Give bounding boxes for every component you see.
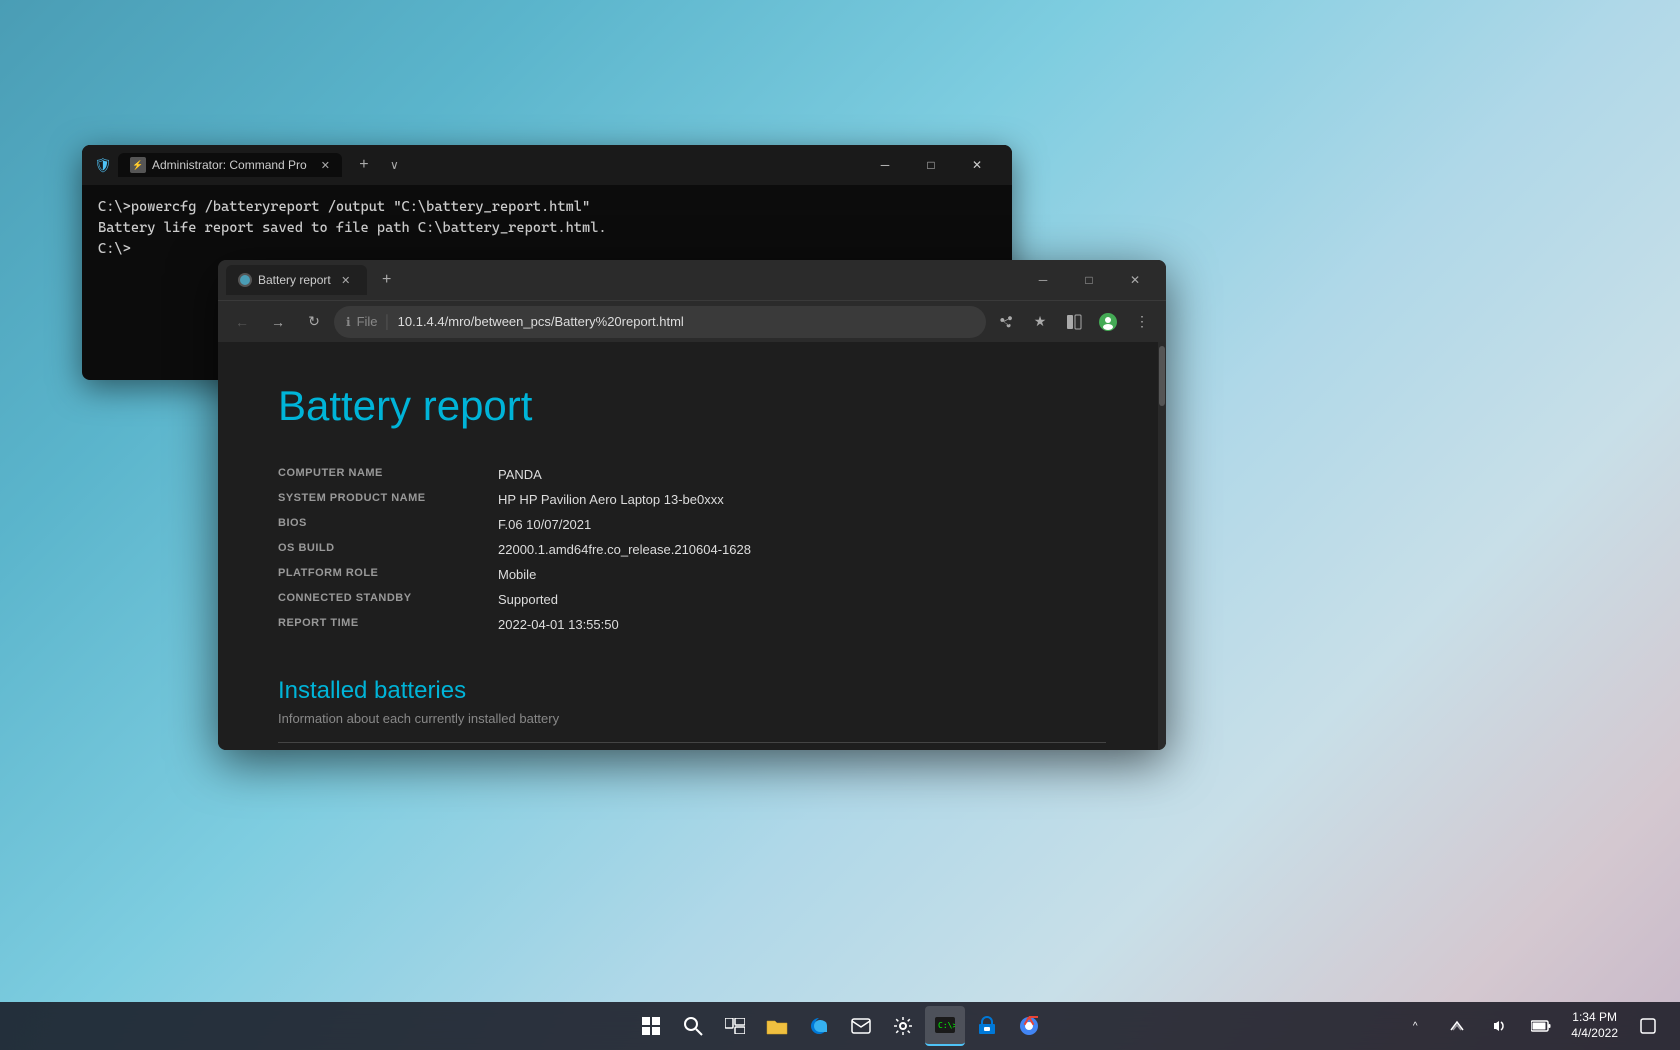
table-row: REPORT TIME2022-04-01 13:55:50 — [278, 612, 1106, 637]
info-value: 2022-04-01 13:55:50 — [498, 612, 1106, 637]
cmd-minimize-button[interactable]: ─ — [862, 149, 908, 181]
browser-right-buttons: ★ ⋮ — [990, 306, 1158, 338]
share-button[interactable] — [990, 306, 1022, 338]
info-value: Mobile — [498, 562, 1106, 587]
installed-batteries-subtitle: Information about each currently install… — [278, 711, 1106, 726]
taskbar: C:\> ^ — [0, 1002, 1680, 1050]
menu-button[interactable]: ⋮ — [1126, 306, 1158, 338]
cmd-line-1: C:\>powercfg /batteryreport /output "C:\… — [98, 197, 996, 218]
forward-button[interactable]: → — [262, 306, 294, 338]
browser-window-controls: ─ □ ✕ — [1020, 264, 1158, 296]
battery-1-header: BATTERY 1 — [278, 742, 1106, 750]
chrome-button[interactable] — [1009, 1006, 1049, 1046]
cmd-new-tab-button[interactable]: + — [350, 151, 378, 179]
search-button[interactable] — [673, 1006, 713, 1046]
info-label: REPORT TIME — [278, 612, 498, 637]
cmd-content: C:\>powercfg /batteryreport /output "C:\… — [82, 185, 1012, 272]
info-value: Supported — [498, 587, 1106, 612]
tray-expand-button[interactable]: ^ — [1395, 1006, 1435, 1046]
scrollbar-thumb[interactable] — [1159, 346, 1165, 406]
address-url-text: 10.1.4.4/mro/between_pcs/Battery%20repor… — [398, 314, 974, 329]
browser-window: Battery report ✕ + ─ □ ✕ ← → ↻ ℹ File │ … — [218, 260, 1166, 750]
info-label: SYSTEM PRODUCT NAME — [278, 487, 498, 512]
favorites-button[interactable]: ★ — [1024, 306, 1056, 338]
notification-button[interactable] — [1628, 1006, 1668, 1046]
table-row: BIOSF.06 10/07/2021 — [278, 512, 1106, 537]
taskbar-right: ^ — [1395, 1006, 1680, 1046]
table-row: PLATFORM ROLEMobile — [278, 562, 1106, 587]
clock-date: 4/4/2022 — [1571, 1026, 1618, 1042]
clock-time: 1:34 PM — [1572, 1010, 1617, 1026]
browser-tab[interactable]: Battery report ✕ — [226, 265, 367, 295]
info-label: CONNECTED STANDBY — [278, 587, 498, 612]
battery-report-page: Battery report COMPUTER NAMEPANDASYSTEM … — [218, 342, 1166, 750]
table-row: CONNECTED STANDBYSupported — [278, 587, 1106, 612]
info-value: PANDA — [498, 462, 1106, 487]
browser-tab-close[interactable]: ✕ — [337, 271, 355, 289]
reload-button[interactable]: ↻ — [298, 306, 330, 338]
svg-text:C:\>: C:\> — [938, 1021, 955, 1030]
browser-new-tab-button[interactable]: + — [373, 266, 401, 294]
info-value: F.06 10/07/2021 — [498, 512, 1106, 537]
installed-batteries-title: Installed batteries — [278, 677, 1106, 705]
shield-icon: 🛡 — [94, 157, 110, 173]
address-bar[interactable]: ℹ File │ 10.1.4.4/mro/between_pcs/Batter… — [334, 306, 986, 338]
cmd-dropdown-button[interactable]: ∨ — [386, 154, 403, 176]
cmd-tab-close[interactable]: ✕ — [321, 159, 330, 172]
info-value: HP HP Pavilion Aero Laptop 13-be0xxx — [498, 487, 1106, 512]
info-label: OS BUILD — [278, 537, 498, 562]
table-row: OS BUILD22000.1.amd64fre.co_release.2106… — [278, 537, 1106, 562]
info-label: COMPUTER NAME — [278, 462, 498, 487]
desktop: 🛡 ⚡ Administrator: Command Pro ✕ + ∨ ─ □… — [0, 0, 1680, 1050]
start-button[interactable] — [631, 1006, 671, 1046]
browser-close-button[interactable]: ✕ — [1112, 264, 1158, 296]
browser-toolbar: ← → ↻ ℹ File │ 10.1.4.4/mro/between_pcs/… — [218, 300, 1166, 342]
table-row: COMPUTER NAMEPANDA — [278, 462, 1106, 487]
page-title: Battery report — [278, 382, 1106, 430]
address-bar-info-icon: ℹ — [346, 315, 351, 329]
store-button[interactable] — [967, 1006, 1007, 1046]
browser-tab-favicon — [238, 273, 252, 287]
cmd-tab-title: Administrator: Command Pro — [152, 158, 307, 172]
cmd-titlebar: 🛡 ⚡ Administrator: Command Pro ✕ + ∨ ─ □… — [82, 145, 1012, 185]
back-button[interactable]: ← — [226, 306, 258, 338]
sidebar-button[interactable] — [1058, 306, 1090, 338]
taskbar-center: C:\> — [631, 1006, 1049, 1046]
browser-titlebar: Battery report ✕ + ─ □ ✕ — [218, 260, 1166, 300]
battery-icon[interactable] — [1521, 1006, 1561, 1046]
cmd-window-controls: ─ □ ✕ — [862, 149, 1000, 181]
cmd-maximize-button[interactable]: □ — [908, 149, 954, 181]
clock[interactable]: 1:34 PM 4/4/2022 — [1565, 1008, 1624, 1043]
cmd-line-2: Battery life report saved to file path C… — [98, 218, 996, 239]
cmd-tab[interactable]: ⚡ Administrator: Command Pro ✕ — [118, 153, 342, 177]
cmd-tab-icon: ⚡ — [130, 157, 146, 173]
info-table: COMPUTER NAMEPANDASYSTEM PRODUCT NAMEHP … — [278, 462, 1106, 637]
cmd-line-3: C:\> — [98, 239, 996, 260]
settings-button[interactable] — [883, 1006, 923, 1046]
taskview-button[interactable] — [715, 1006, 755, 1046]
sound-icon[interactable] — [1479, 1006, 1519, 1046]
browser-tab-title: Battery report — [258, 273, 331, 287]
info-label: BIOS — [278, 512, 498, 537]
info-label: PLATFORM ROLE — [278, 562, 498, 587]
profile-button[interactable] — [1092, 306, 1124, 338]
table-row: SYSTEM PRODUCT NAMEHP HP Pavilion Aero L… — [278, 487, 1106, 512]
browser-content: Battery report COMPUTER NAMEPANDASYSTEM … — [218, 342, 1166, 750]
browser-minimize-button[interactable]: ─ — [1020, 264, 1066, 296]
terminal-button[interactable]: C:\> — [925, 1006, 965, 1046]
file-explorer-button[interactable] — [757, 1006, 797, 1046]
info-value: 22000.1.amd64fre.co_release.210604-1628 — [498, 537, 1106, 562]
scrollbar[interactable] — [1158, 342, 1166, 750]
network-icon[interactable] — [1437, 1006, 1477, 1046]
edge-button[interactable] — [799, 1006, 839, 1046]
mail-button[interactable] — [841, 1006, 881, 1046]
cmd-close-button[interactable]: ✕ — [954, 149, 1000, 181]
browser-maximize-button[interactable]: □ — [1066, 264, 1112, 296]
address-separator: │ — [384, 314, 392, 329]
system-tray: ^ — [1395, 1006, 1561, 1046]
address-file-label: File — [357, 314, 378, 329]
